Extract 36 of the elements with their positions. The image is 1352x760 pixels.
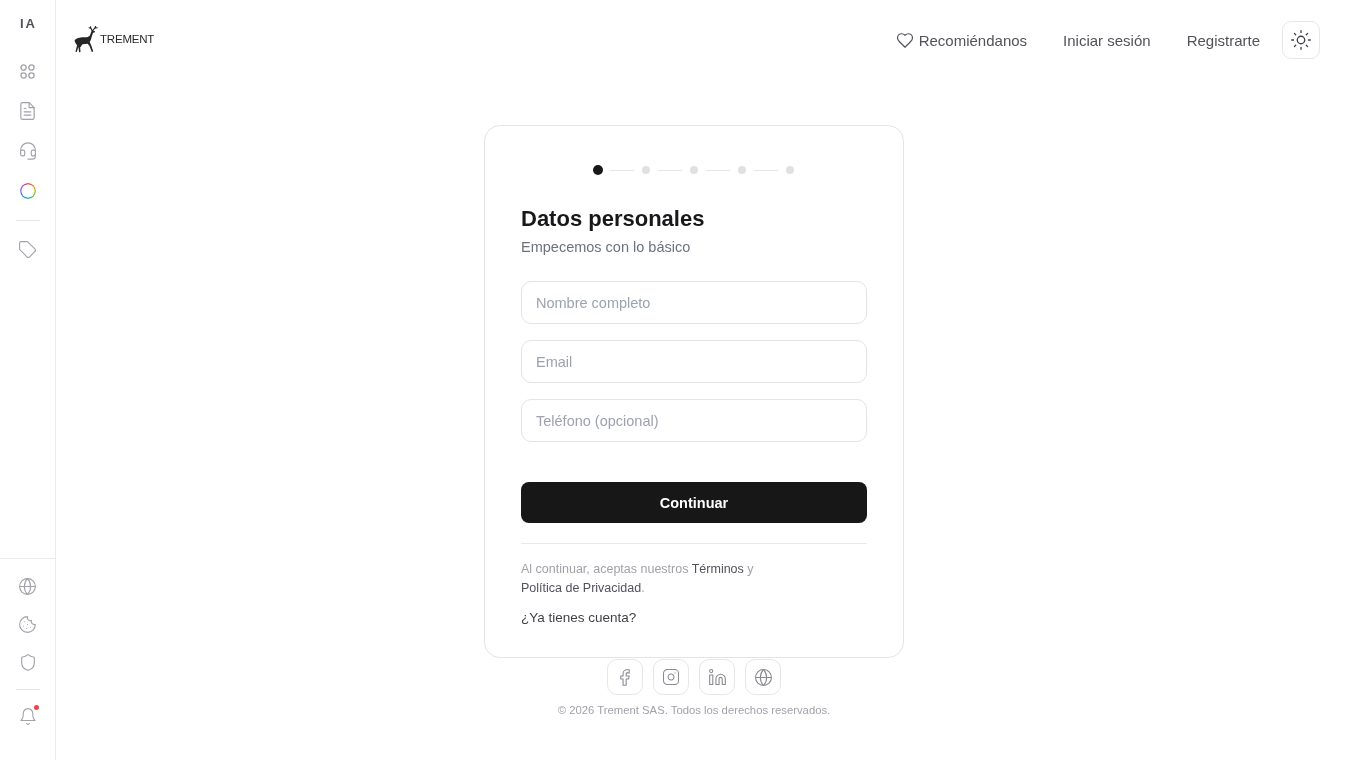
social-button[interactable] — [653, 659, 689, 695]
bell-icon[interactable] — [19, 707, 36, 725]
text-input[interactable]: Email — [521, 340, 867, 383]
sun-icon — [1291, 30, 1311, 50]
social-button[interactable] — [745, 659, 781, 695]
nav-link[interactable]: Iniciar sesión — [1063, 31, 1151, 49]
logo-text: TREMENT — [100, 32, 155, 46]
heart-icon — [896, 32, 913, 48]
text-input[interactable]: Teléfono (opcional) — [521, 399, 867, 442]
copyright-text: © 2026 Trement SAS. Todos los derechos reservados. — [557, 703, 831, 717]
nav-link[interactable]: Recomiéndanos — [896, 31, 1028, 49]
terms-link[interactable]: Términos — [691, 562, 744, 576]
form-subtitle: Empecemos con lo básico — [521, 238, 692, 257]
social-button[interactable] — [699, 659, 735, 695]
theme-toggle-button[interactable] — [1282, 21, 1320, 59]
terms-text: Al continuar, aceptas nuestros Términos y Política de Privacidad. — [521, 561, 755, 597]
document-icon[interactable] — [20, 102, 35, 120]
form-title: Datos personales — [521, 205, 706, 233]
circles-grid-icon[interactable] — [20, 63, 35, 79]
login-link[interactable]: ¿Ya tienes cuenta? — [521, 608, 637, 628]
sidebar-label: IA — [19, 16, 37, 32]
shield-icon[interactable] — [20, 653, 35, 671]
instagram-icon — [663, 669, 679, 685]
tag-icon[interactable] — [19, 240, 36, 258]
facebook-icon — [620, 668, 630, 686]
gradient-ring-icon[interactable] — [19, 183, 36, 199]
nav-link[interactable]: Registrarte — [1186, 31, 1260, 49]
globe-icon — [754, 668, 772, 686]
deer-icon — [74, 26, 98, 54]
continue-button[interactable]: Continuar — [521, 482, 867, 523]
social-button[interactable] — [607, 659, 643, 695]
text-input[interactable]: Nombre completo — [521, 281, 867, 324]
cookie-icon[interactable] — [19, 615, 36, 633]
globe-icon[interactable] — [19, 577, 36, 595]
headset-icon[interactable] — [19, 142, 36, 160]
linkedin-icon — [708, 669, 726, 685]
